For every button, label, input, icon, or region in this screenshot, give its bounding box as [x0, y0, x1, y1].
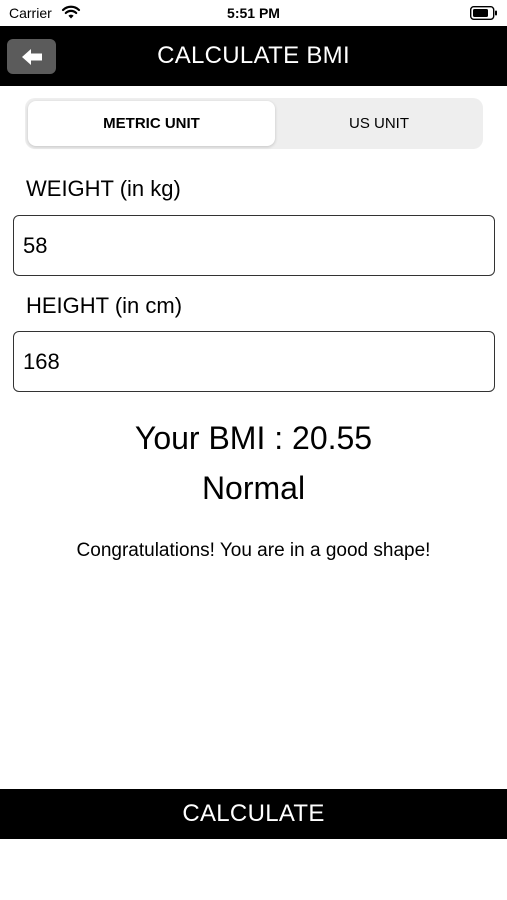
unit-segmented-control: METRIC UNIT US UNIT — [25, 98, 483, 149]
weight-input[interactable]: 58 — [13, 215, 495, 276]
status-bar: Carrier 5:51 PM — [0, 0, 507, 26]
bmi-category: Normal — [201, 470, 306, 506]
height-input[interactable]: 168 — [13, 331, 495, 392]
metric-unit-tab[interactable]: METRIC UNIT — [28, 101, 275, 146]
us-unit-tab[interactable]: US UNIT — [278, 101, 480, 146]
height-value: 168 — [23, 348, 60, 374]
page-title: CALCULATE BMI — [157, 42, 350, 69]
height-label: HEIGHT (in cm) — [26, 293, 183, 318]
nav-bar: CALCULATE BMI — [0, 26, 507, 86]
weight-value: 58 — [23, 232, 48, 258]
bmi-result: Your BMI : 20.55 — [134, 420, 373, 456]
bmi-message: Congratulations! You are in a good shape… — [76, 540, 431, 561]
clock-time: 5:51 PM — [227, 5, 280, 21]
calculate-button[interactable]: CALCULATE — [0, 789, 507, 839]
battery-icon — [470, 6, 497, 20]
weight-label: WEIGHT (in kg) — [26, 176, 181, 201]
